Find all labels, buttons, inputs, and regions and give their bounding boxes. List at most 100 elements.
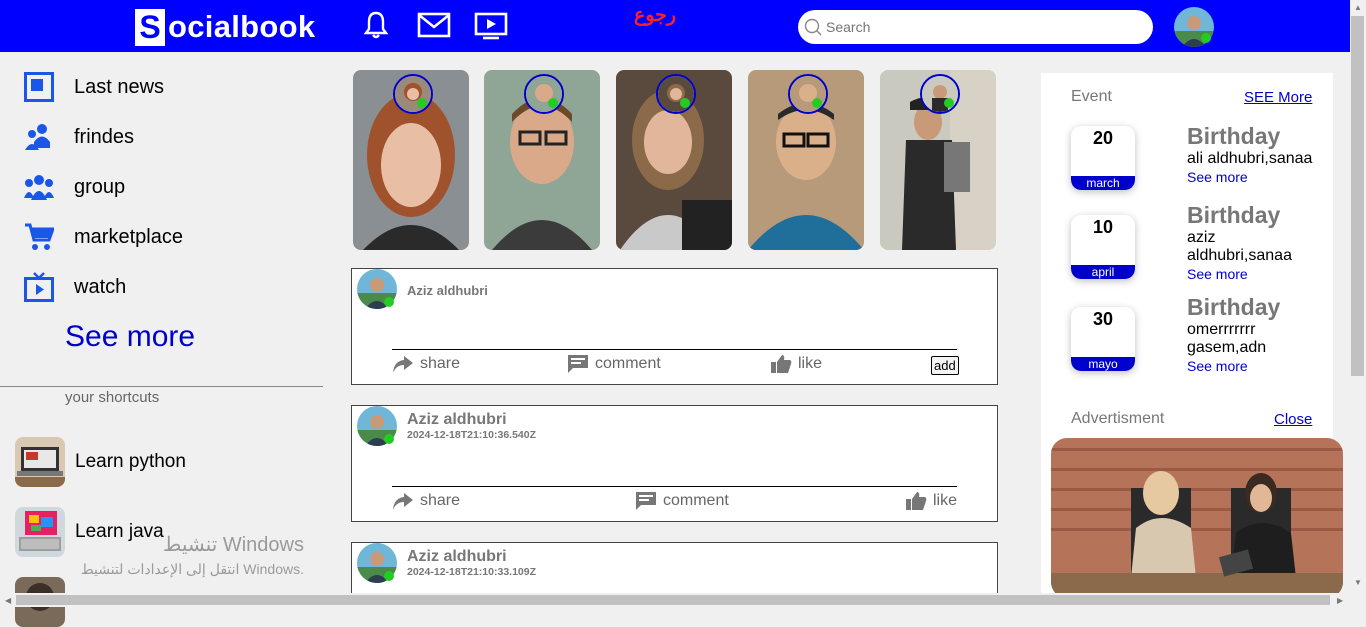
sidebar-item-marketplace[interactable]: marketplace <box>24 222 183 252</box>
sidebar-item-label: Last news <box>74 75 165 98</box>
post-author-name[interactable]: Aziz aldhubri <box>407 548 507 566</box>
group-icon <box>24 172 54 202</box>
event-names: aziz aldhubri,sanaa <box>1187 229 1292 264</box>
top-navbar: S ocialbook رجوع <box>0 0 1350 52</box>
event-day: 30 <box>1092 309 1114 329</box>
online-indicator <box>384 297 394 307</box>
post-author-name[interactable]: Aziz aldhubri <box>407 283 488 298</box>
like-label: like <box>798 355 823 372</box>
sidebar-item-label: marketplace <box>74 225 183 248</box>
event-see-more-link[interactable]: See more <box>1187 169 1248 185</box>
scroll-left-arrow-icon[interactable]: ◀ <box>5 596 11 605</box>
logo[interactable]: S ocialbook <box>135 8 315 46</box>
sidebar-item-last-news[interactable]: Last news <box>24 72 164 102</box>
mail-icon[interactable] <box>417 12 451 43</box>
online-indicator <box>548 98 558 108</box>
comment-button[interactable]: comment <box>635 491 729 511</box>
event-month: march <box>1071 176 1135 190</box>
story-card[interactable] <box>484 70 600 250</box>
video-icon[interactable] <box>474 12 508 45</box>
online-indicator <box>384 571 394 581</box>
story-card[interactable] <box>616 70 732 250</box>
like-button[interactable]: like <box>905 491 957 511</box>
event-see-more-link[interactable]: See more <box>1187 358 1248 374</box>
sidebar-item-friends[interactable]: frindes <box>24 122 134 152</box>
shortcut-thumbnail <box>15 437 65 487</box>
shortcuts-heading: your shortcuts <box>65 389 160 406</box>
advertisement-close-link[interactable]: Close <box>1274 411 1312 428</box>
share-label: share <box>420 492 461 509</box>
post-author-name[interactable]: Aziz aldhubri <box>407 411 507 429</box>
event-names: ali aldhubri,sanaa <box>1187 150 1313 167</box>
sidebar-item-group[interactable]: group <box>24 172 125 202</box>
online-indicator <box>417 98 427 108</box>
post-divider <box>392 486 957 487</box>
advertisement-heading: Advertisment <box>1071 410 1165 427</box>
share-icon <box>392 491 414 511</box>
sidebar-see-more-link[interactable]: See more <box>65 320 195 354</box>
online-indicator <box>944 98 954 108</box>
event-month: april <box>1071 265 1135 279</box>
horizontal-scrollbar-thumb[interactable] <box>16 595 1330 605</box>
post-card: Aziz aldhubri 2024-12-18T21:10:36.540Z s… <box>351 405 998 522</box>
event-names: omerrrrrrr gasem,adn <box>1187 321 1267 356</box>
post-divider <box>392 349 957 350</box>
comment-label: comment <box>663 492 729 509</box>
like-button[interactable]: like <box>770 354 822 374</box>
story-avatar <box>920 74 960 114</box>
share-icon <box>392 354 414 374</box>
story-avatar <box>788 74 828 114</box>
story-avatar <box>393 74 433 114</box>
scroll-down-arrow-icon[interactable]: ▼ <box>1354 578 1362 587</box>
story-card[interactable] <box>353 70 469 250</box>
event-date-card: 20 march <box>1071 126 1135 190</box>
event-day: 20 <box>1092 128 1114 148</box>
event-see-more-link[interactable]: See more <box>1187 266 1248 282</box>
online-indicator <box>384 434 394 444</box>
event-title: Birthday <box>1187 123 1281 149</box>
event-date-card: 10 april <box>1071 215 1135 279</box>
scroll-right-arrow-icon[interactable]: ▶ <box>1337 596 1343 605</box>
shortcut-learn-python[interactable]: Learn python <box>15 437 186 487</box>
events-see-more-link[interactable]: SEE More <box>1244 89 1312 106</box>
online-indicator <box>1201 33 1211 43</box>
post-timestamp: 2024-12-18T21:10:33.109Z <box>407 566 537 578</box>
right-panel: Event SEE More 20 march Birthday ali ald… <box>1041 73 1343 607</box>
news-icon <box>24 72 54 102</box>
shortcut-label: Learn python <box>75 451 186 472</box>
event-day: 10 <box>1092 217 1114 237</box>
scroll-up-arrow-icon[interactable]: ▲ <box>1354 3 1362 12</box>
events-heading: Event <box>1071 88 1112 105</box>
search-bar[interactable] <box>798 10 1153 44</box>
friends-icon <box>24 122 54 152</box>
logo-text: ocialbook <box>168 9 316 44</box>
thumbs-up-icon <box>770 354 792 374</box>
event-title: Birthday <box>1187 202 1281 228</box>
watermark-line-2: انتقل إلى الإعدادات لتنشيط Windows. <box>80 561 304 577</box>
post-card: Aziz aldhubri share comment like add <box>351 268 998 385</box>
watermark-line-1: تنشيط Windows <box>162 534 304 556</box>
windows-activation-watermark: تنشيط Windows انتقل إلى الإعدادات لتنشيط… <box>66 532 304 578</box>
tv-icon <box>24 272 54 302</box>
comment-icon <box>635 491 657 511</box>
thumbs-up-icon <box>905 491 927 511</box>
bell-icon[interactable] <box>362 10 390 45</box>
add-button[interactable]: add <box>931 356 959 375</box>
event-title: Birthday <box>1187 294 1281 320</box>
sidebar-item-watch[interactable]: watch <box>24 272 126 302</box>
event-date-card: 30 mayo <box>1071 307 1135 371</box>
vertical-scrollbar-thumb[interactable] <box>1351 16 1364 376</box>
story-card[interactable] <box>748 70 864 250</box>
share-button[interactable]: share <box>392 354 460 374</box>
story-avatar <box>656 74 696 114</box>
logo-letter: S <box>135 8 165 46</box>
comment-button[interactable]: comment <box>567 354 661 374</box>
post-timestamp: 2024-12-18T21:10:36.540Z <box>407 429 537 441</box>
advertisement-image[interactable] <box>1051 438 1343 598</box>
search-input[interactable] <box>824 18 1148 36</box>
comment-icon <box>567 354 589 374</box>
event-month: mayo <box>1071 357 1135 371</box>
share-button[interactable]: share <box>392 491 460 511</box>
back-link[interactable]: رجوع <box>634 4 676 27</box>
story-card[interactable] <box>880 70 996 250</box>
